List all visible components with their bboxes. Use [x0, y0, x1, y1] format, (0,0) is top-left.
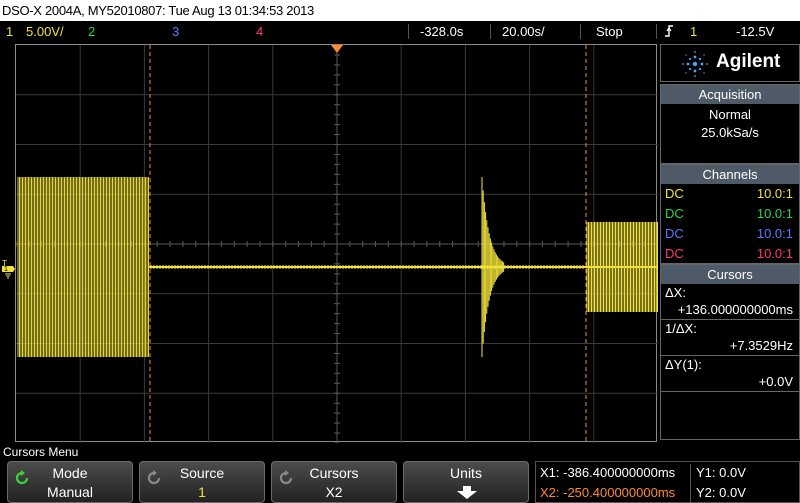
waveform-display[interactable]	[15, 44, 658, 443]
acquisition-panel[interactable]: Acquisition Normal 25.0kSa/s	[660, 84, 800, 164]
x2-readout: X2: -250.400000000ms	[540, 485, 676, 500]
ground-marker[interactable]: T 1	[2, 258, 16, 280]
mode-softkey[interactable]: Mode Manual	[7, 461, 133, 503]
source-label: Source	[179, 465, 225, 481]
ch4-coupling: DC	[665, 246, 684, 261]
ch4-probe: 10.0:1	[756, 246, 793, 261]
ch1-burst-2	[481, 177, 505, 357]
y2-readout: Y2: 0.0V	[696, 485, 746, 500]
arrow-down-icon	[457, 486, 477, 499]
brand-name: Agilent	[716, 51, 781, 72]
cursors-softkey[interactable]: Cursors X2	[271, 461, 397, 503]
window-title: DSO-X 2004A, MY52010807: Tue Aug 13 01:3…	[0, 0, 800, 21]
cursors-label: Cursors	[309, 465, 359, 481]
channels-panel[interactable]: Channels DC 10.0:1 DC 10.0:1 DC 10.0:1 D…	[660, 164, 800, 264]
mode-value: Manual	[47, 484, 93, 500]
graticule	[16, 45, 658, 443]
ground-label: 1	[4, 266, 8, 273]
source-softkey[interactable]: Source 1	[139, 461, 265, 503]
ch4-number[interactable]: 4	[256, 21, 263, 42]
ch1-probe: 10.0:1	[756, 186, 793, 201]
source-value: 1	[198, 484, 206, 500]
cursors-header: Cursors	[661, 265, 799, 284]
ch2-coupling: DC	[665, 206, 684, 221]
trigger-level[interactable]: -12.5V	[736, 21, 774, 42]
delta-y-value: +0.0V	[661, 373, 799, 392]
ch2-probe: 10.0:1	[756, 206, 793, 221]
delta-y-label: ΔY(1):	[665, 357, 702, 372]
info-panel: Agilent Acquisition Normal 25.0kSa/s Cha…	[660, 44, 800, 442]
agilent-spark-icon	[682, 51, 708, 77]
mode-label: Mode	[52, 465, 88, 481]
ch3-number[interactable]: 3	[172, 21, 179, 42]
delta-x-value: +136.000000000ms	[661, 301, 799, 320]
ch3-probe: 10.0:1	[756, 226, 793, 241]
ch1-burst-1	[17, 177, 149, 357]
channel-row: DC 10.0:1	[661, 184, 799, 204]
ch1-coupling: DC	[665, 186, 684, 201]
cursor-readout: X1: -386.400000000ms X2: -250.400000000m…	[535, 461, 800, 503]
inverse-delta-x-label: 1/ΔX:	[665, 321, 697, 336]
timebase-readout[interactable]: 20.00s/	[502, 21, 545, 42]
trigger-position-marker	[331, 45, 343, 53]
trigger-source[interactable]: 1	[690, 21, 697, 42]
delay-readout[interactable]: -328.0s	[420, 21, 463, 42]
menu-title: Cursors Menu	[3, 445, 79, 459]
channels-header: Channels	[661, 165, 799, 184]
channel-row: DC 10.0:1	[661, 224, 799, 244]
run-state[interactable]: Stop	[596, 21, 623, 42]
delta-x-label: ΔX:	[665, 285, 686, 300]
inverse-delta-x-value: +7.3529Hz	[661, 337, 799, 356]
acquisition-header: Acquisition	[661, 85, 799, 104]
rising-edge-icon	[664, 21, 674, 42]
cursors-value: X2	[325, 484, 343, 500]
ch1-scale[interactable]: 5.00V/	[26, 21, 64, 42]
units-label: Units	[450, 465, 482, 481]
ch1-number[interactable]: 1	[6, 21, 13, 42]
channel-row: DC 10.0:1	[661, 204, 799, 224]
cursors-panel[interactable]: Cursors ΔX: +136.000000000ms 1/ΔX: +7.35…	[660, 264, 800, 440]
brand-logo: Agilent	[660, 44, 800, 82]
sample-rate: 25.0kSa/s	[701, 125, 759, 140]
ch3-coupling: DC	[665, 226, 684, 241]
channel-row: DC 10.0:1	[661, 244, 799, 264]
acquisition-mode: Normal	[709, 107, 751, 122]
status-bar: 1 5.00V/ 2 3 4 -328.0s 20.00s/ Stop 1 -1…	[0, 21, 800, 42]
ch2-number[interactable]: 2	[88, 21, 95, 42]
x1-readout: X1: -386.400000000ms	[540, 465, 676, 480]
y1-readout: Y1: 0.0V	[696, 465, 746, 480]
units-softkey[interactable]: Units	[403, 461, 529, 503]
